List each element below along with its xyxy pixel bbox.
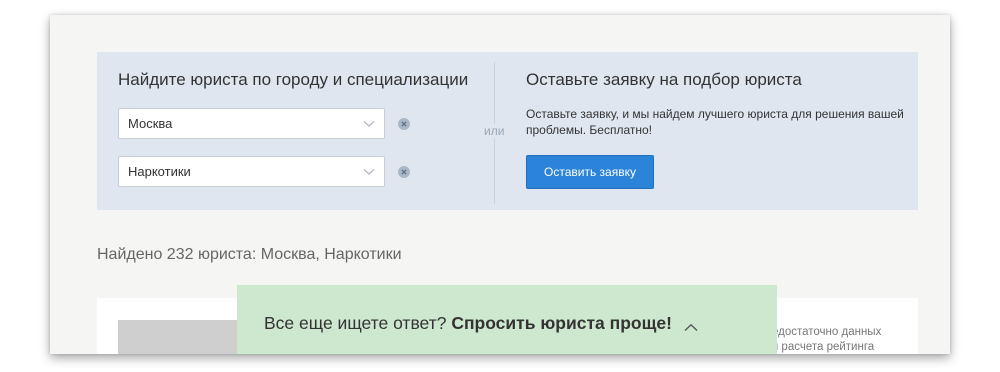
leave-request-button[interactable]: Оставить заявку [526,155,654,189]
search-title: Найдите юриста по городу и специализации [118,70,469,89]
ask-lawyer-link[interactable]: Спросить юриста проще! [451,313,672,333]
specialization-select[interactable]: Наркотики [118,156,385,187]
city-select[interactable]: Москва [118,108,385,139]
rating-note-line: я расчета рейтинга [772,341,875,353]
city-select-row: Москва [118,108,410,139]
chevron-up-icon[interactable] [684,319,698,337]
clear-city-icon[interactable] [398,117,410,130]
rating-note-line: едостаточно данных [772,326,882,338]
city-select-value: Москва [128,116,173,131]
chevron-down-icon [363,120,375,128]
avatar [118,320,248,354]
ask-lawyer-sticky-bar[interactable]: Все еще ищете ответ? Спросить юриста про… [237,285,777,354]
sticky-bar-text: Все еще ищете ответ? Спросить юриста про… [264,313,672,334]
results-summary: Найдено 232 юриста: Москва, Наркотики [97,246,402,263]
search-column: Найдите юриста по городу и специализации… [118,70,469,187]
request-description: Оставьте заявку, и мы найдем лучшего юри… [526,107,904,137]
specialization-select-value: Наркотики [128,164,191,179]
page-viewport: Найдите юриста по городу и специализации… [50,15,950,354]
sticky-question: Все еще ищете ответ? [264,313,447,333]
request-column: Оставьте заявку на подбор юриста Оставьт… [526,70,906,189]
specialization-select-row: Наркотики [118,156,410,187]
request-title: Оставьте заявку на подбор юриста [526,70,802,89]
rating-note: едостаточно данных я расчета рейтинга [772,325,881,354]
chevron-down-icon [363,168,375,176]
or-label: или [483,124,506,138]
clear-specialization-icon[interactable] [398,165,410,178]
lawyer-search-panel: Найдите юриста по городу и специализации… [97,52,918,210]
